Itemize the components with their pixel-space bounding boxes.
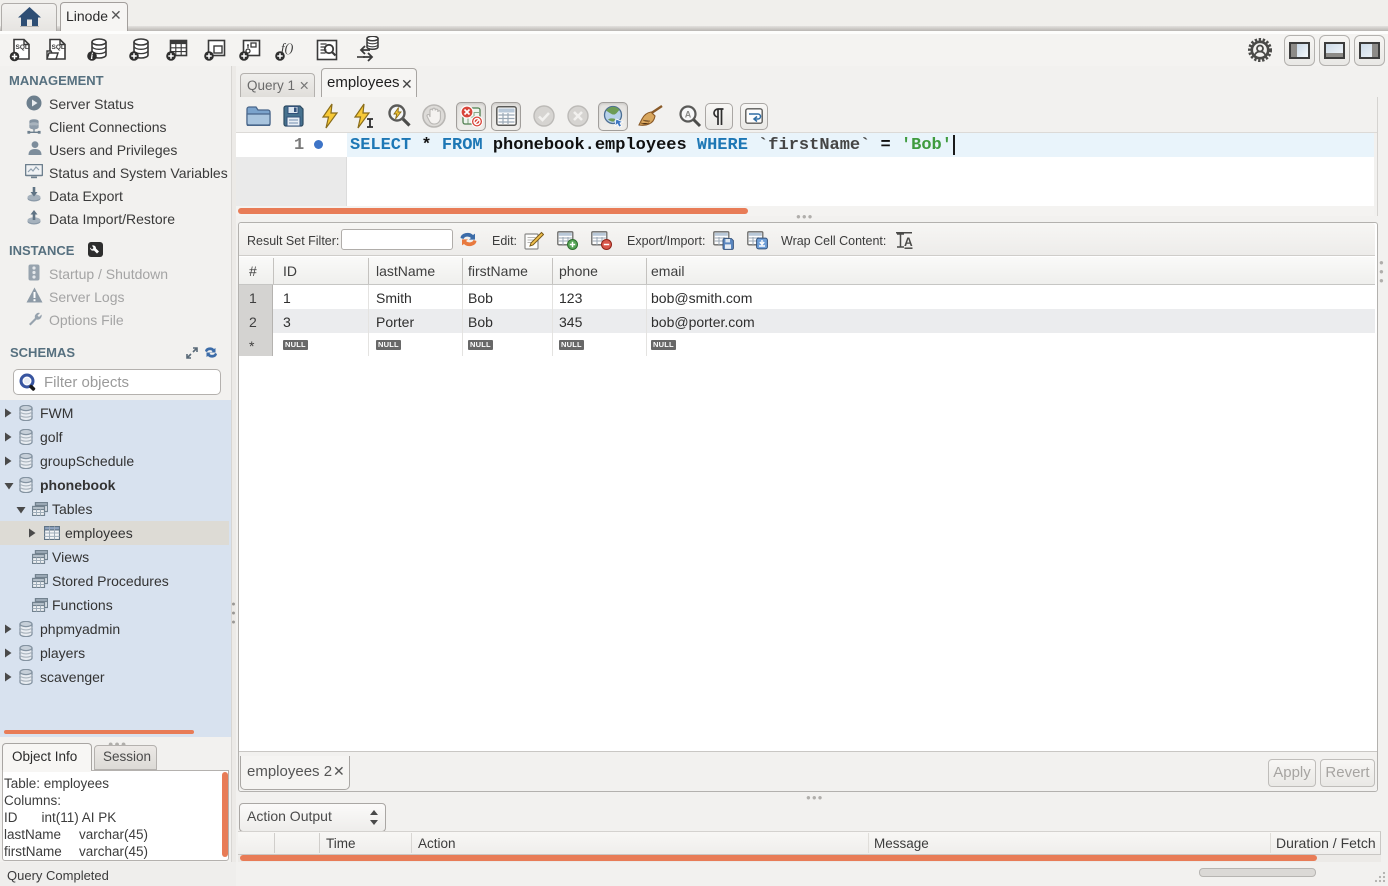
svg-text:A: A [904,235,913,249]
svg-text:A: A [685,110,692,120]
svg-text:SQL: SQL [16,44,29,51]
svg-text:SQL: SQL [52,44,65,51]
